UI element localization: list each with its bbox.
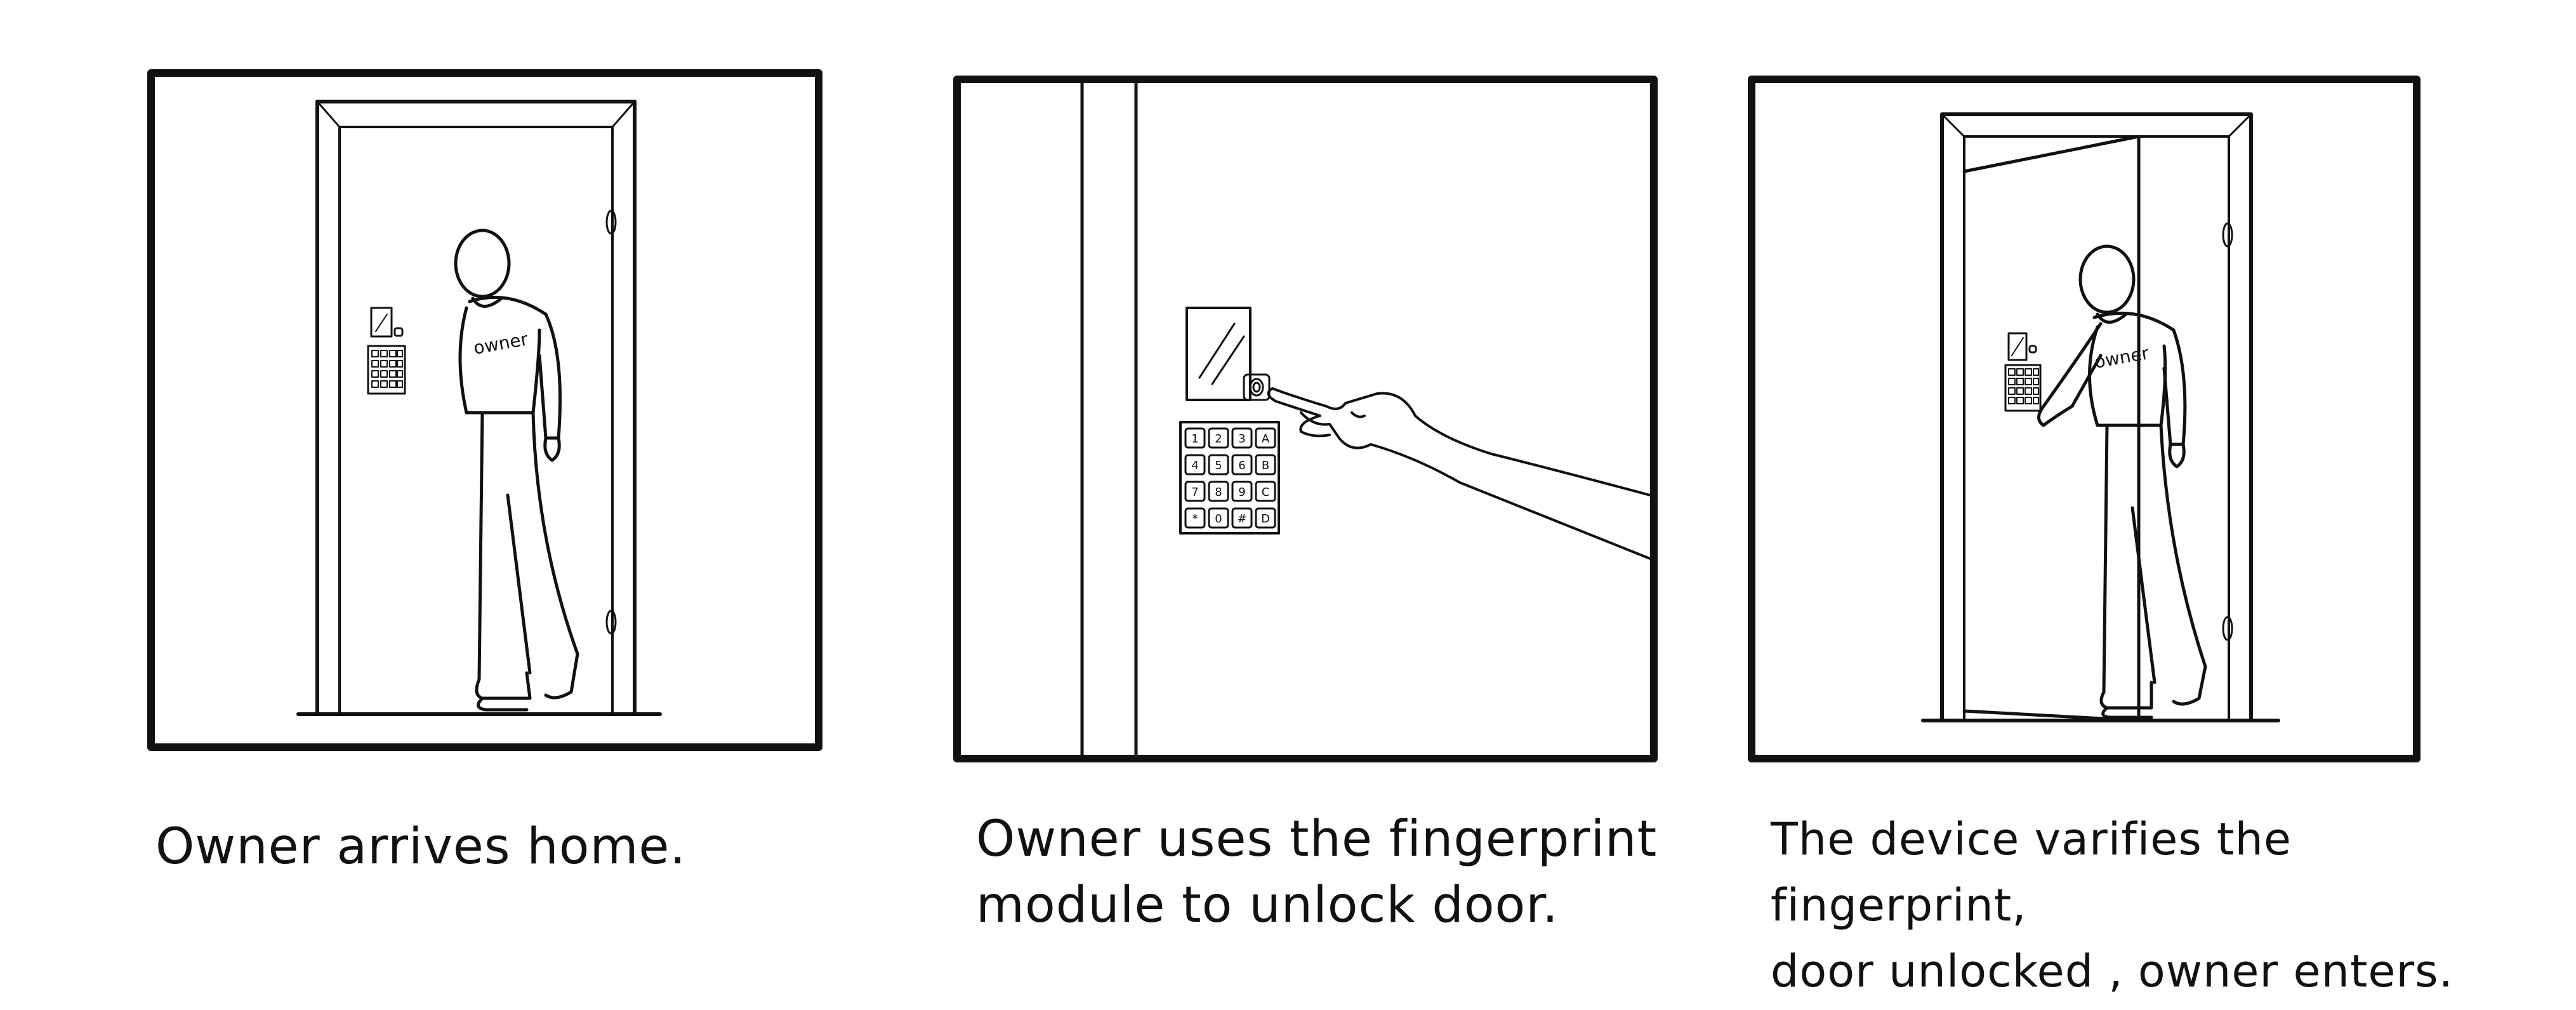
keypad-key-label: D <box>1261 512 1270 526</box>
panel-3-drawing: owner <box>1748 76 2421 762</box>
panel-2-drawing: 1 2 3 A 4 5 6 B 7 8 9 C * 0 # D <box>953 76 1658 762</box>
fingerprint-lock-device <box>2004 332 2042 412</box>
fingerprint-lock-device <box>367 307 406 395</box>
keypad-key-label: C <box>1262 486 1270 499</box>
storyboard-panel-1: owner <box>0 0 857 794</box>
panel-frame <box>953 76 1658 762</box>
owner-figure <box>454 229 579 712</box>
owner-hand <box>1267 387 1651 560</box>
caption-panel-1: Owner arrives home. <box>155 818 687 875</box>
keypad-key-label: 0 <box>1215 512 1222 526</box>
caption-panel-2: Owner uses the fingerprint module to unl… <box>976 811 1658 934</box>
keypad-key-label: 3 <box>1238 432 1245 446</box>
keypad-key-label: 7 <box>1191 486 1198 499</box>
keypad-key-label: 8 <box>1215 486 1222 499</box>
door-frame <box>315 100 637 716</box>
device-screen <box>1186 307 1252 401</box>
keypad-key-label: 1 <box>1191 432 1198 446</box>
keypad-key-label: * <box>1192 512 1198 526</box>
shirt-label: owner <box>2092 342 2150 373</box>
storyboard-panel-2: 1 2 3 A 4 5 6 B 7 8 9 C * 0 # D <box>857 0 1745 794</box>
keypad-key-label: 5 <box>1215 459 1222 472</box>
keypad-key-label: A <box>1262 432 1270 446</box>
keypad-key-label: # <box>1237 512 1246 526</box>
panel-frame <box>1748 76 2421 762</box>
keypad-key-label: 4 <box>1191 459 1198 472</box>
owner-figure <box>2037 244 2207 719</box>
panel-frame <box>147 69 822 751</box>
keypad-key-label: 6 <box>1238 459 1245 472</box>
keypad-key-label: 2 <box>1215 432 1222 446</box>
storyboard-panel-3: owner <box>1745 0 2576 794</box>
panel-1-drawing: owner <box>147 69 822 751</box>
open-door <box>1962 135 2141 722</box>
keypad-key-label: B <box>1262 459 1269 472</box>
keypad-keys: 1 2 3 A 4 5 6 B 7 8 9 C * 0 # D <box>1184 427 1276 529</box>
fingerprint-sensor-icon <box>1243 373 1271 401</box>
keypad-key-label: 9 <box>1238 486 1245 499</box>
shirt-label: owner <box>472 328 529 359</box>
caption-panel-3: The device varifies the fingerprint, doo… <box>1771 813 2454 997</box>
